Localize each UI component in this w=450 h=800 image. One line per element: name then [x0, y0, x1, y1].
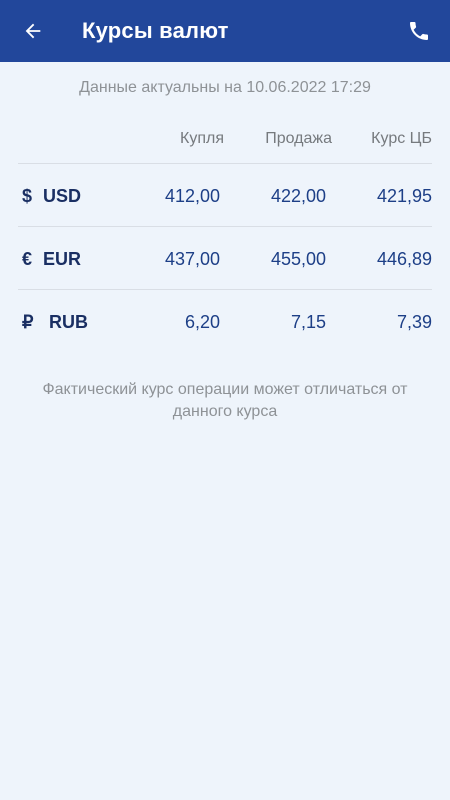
currency-code: USD: [43, 186, 82, 206]
buy-rate: 437,00: [164, 249, 220, 269]
currency-code: EUR: [43, 249, 82, 269]
table-header: Купля Продажа Курс ЦБ: [18, 118, 432, 164]
sell-rate: 422,00: [270, 186, 326, 206]
arrow-left-icon: [25, 23, 41, 39]
cb-rate: 446,89: [376, 249, 432, 269]
header-cb-rate: Курс ЦБ: [371, 130, 432, 147]
currency-rub: ₽ RUB: [22, 312, 88, 333]
table-row-usd: $ USD 412,00 422,00 421,95: [18, 164, 432, 227]
phone-icon: [410, 22, 428, 40]
buy-rate: 6,20: [184, 312, 220, 332]
currency-usd: $ USD: [22, 186, 81, 207]
header-sell: Продажа: [265, 130, 332, 147]
sell-rate: 7,15: [290, 312, 326, 332]
back-button[interactable]: [14, 12, 52, 50]
cb-rate: 7,39: [396, 312, 432, 332]
dollar-sign-icon: $: [22, 186, 33, 206]
page-title: Курсы валют: [82, 18, 229, 43]
ruble-sign-icon: ₽: [22, 312, 34, 332]
currency-eur: € EUR: [22, 249, 81, 270]
currency-code: RUB: [49, 312, 89, 332]
updated-timestamp: Данные актуальны на 10.06.2022 17:29: [79, 79, 371, 96]
table-row-eur: € EUR 437,00 455,00 446,89: [18, 227, 432, 290]
buy-rate: 412,00: [164, 186, 220, 206]
call-button[interactable]: [400, 12, 438, 50]
table-row-rub: ₽ RUB 6,20 7,15 7,39: [18, 290, 432, 353]
header-buy: Купля: [180, 130, 224, 147]
disclaimer-note: Фактический курс операции может отличать…: [42, 381, 408, 420]
cb-rate: 421,95: [376, 186, 432, 206]
rates-table: Купля Продажа Курс ЦБ $ USD 412,00 422,0…: [18, 118, 432, 353]
euro-sign-icon: €: [22, 249, 33, 269]
sell-rate: 455,00: [270, 249, 326, 269]
app-bar: Курсы валют: [0, 0, 450, 62]
